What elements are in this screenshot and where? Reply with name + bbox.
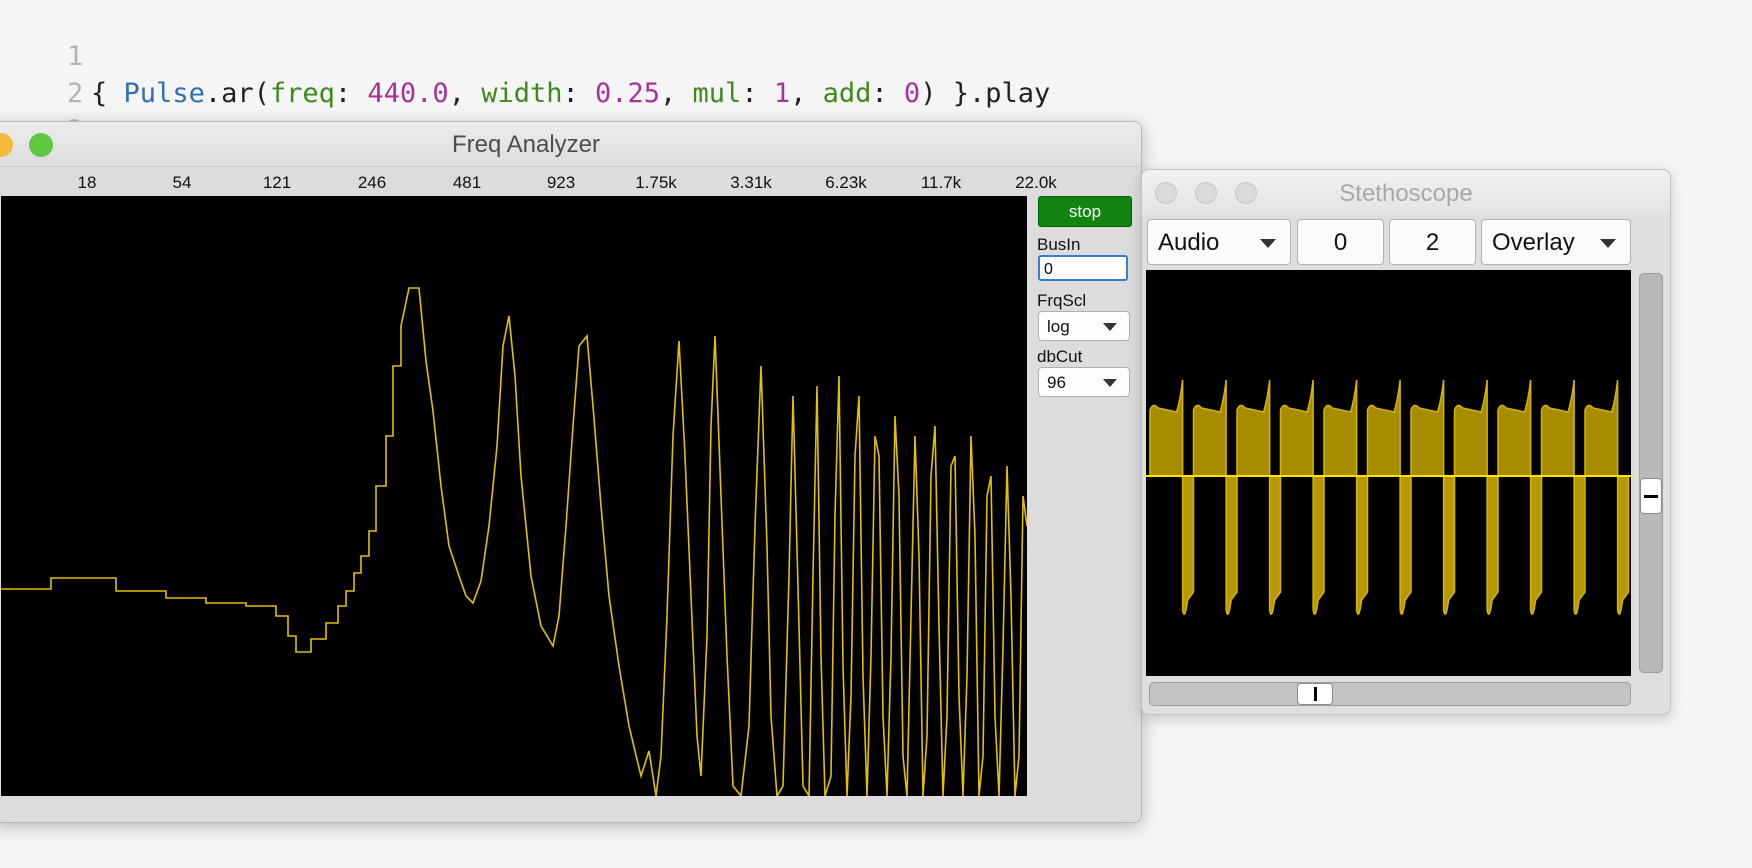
waveform-low-segment — [1399, 475, 1412, 615]
waveform-high-segment — [1366, 379, 1401, 477]
spectrum-plot — [1, 196, 1028, 799]
stethoscope-window[interactable]: Stethoscope Audio 0 2 Overlay — [1141, 169, 1671, 715]
horizontal-zoom-handle[interactable] — [1297, 683, 1333, 705]
stop-button[interactable]: stop — [1038, 196, 1132, 227]
code-arg-key: freq — [269, 78, 335, 109]
code-token: { — [91, 78, 124, 109]
code-token: , — [790, 78, 823, 109]
waveform-low-segment — [1529, 475, 1543, 615]
window-title: Freq Analyzer — [451, 131, 601, 158]
freq-analyzer-titlebar[interactable]: Freq Analyzer — [0, 122, 1141, 167]
waveform-low-segment — [1442, 475, 1456, 615]
waveform-high-segment — [1236, 379, 1271, 477]
freq-analyzer-window[interactable]: Freq Analyzer 18 54 121 246 481 923 1.75… — [0, 121, 1142, 823]
code-arg-key: add — [822, 78, 872, 109]
code-arg-value: 440.0 — [367, 78, 449, 109]
waveform-low-segment — [1616, 475, 1630, 615]
freq-tick-label: 54 — [172, 173, 192, 192]
freq-tick-label: 18 — [77, 173, 97, 192]
waveform-high-segment — [1323, 379, 1358, 477]
code-arg-key: mul — [692, 78, 742, 109]
code-token: ) }.play — [920, 78, 1051, 109]
code-token: , — [448, 78, 482, 109]
code-arg-key: width — [481, 78, 563, 109]
dbcut-label: dbCut — [1037, 347, 1083, 366]
chevron-down-icon — [1600, 239, 1616, 248]
busin-label: BusIn — [1037, 235, 1081, 254]
code-token: , — [660, 78, 693, 109]
frqscl-label: FrqScl — [1037, 291, 1087, 310]
waveform-high-segment — [1149, 379, 1184, 477]
spectrum-trace — [1, 287, 1028, 799]
frqscl-select[interactable]: log — [1038, 311, 1130, 341]
code-token: : — [741, 78, 774, 109]
waveform-high-segment — [1279, 379, 1314, 477]
waveform-low-segment — [1573, 475, 1586, 615]
freq-tick-label: 22.0k — [1015, 173, 1057, 192]
bus-index-field[interactable]: 0 — [1297, 219, 1384, 265]
waveform-low-segment — [1181, 475, 1195, 615]
stethoscope-titlebar[interactable]: Stethoscope — [1142, 170, 1670, 214]
freq-tick-label: 1.75k — [635, 173, 677, 192]
code-arg-value: 1 — [773, 78, 791, 109]
freq-tick-label: 923 — [546, 173, 576, 192]
waveform-high-segment — [1497, 379, 1532, 477]
waveform-high-segment — [1453, 379, 1488, 477]
freq-tick-label: 121 — [262, 173, 292, 192]
dbcut-value: 96 — [1047, 373, 1066, 392]
dbcut-select[interactable]: 96 — [1038, 367, 1130, 397]
freq-tick-label: 6.23k — [825, 173, 867, 192]
freq-tick-label: 11.7k — [920, 173, 962, 192]
waveform-low-segment — [1355, 475, 1369, 615]
frqscl-value: log — [1047, 317, 1070, 336]
waveform-low-segment — [1268, 475, 1282, 615]
busin-input[interactable]: 0 — [1038, 255, 1128, 281]
code-class-name: Pulse — [123, 78, 205, 109]
code-line-1: 1 — [0, 3, 91, 72]
code-token: : — [871, 78, 904, 109]
waveform-high-segment — [1192, 379, 1227, 477]
oscilloscope-svg — [1146, 379, 1631, 615]
code-line-3: 3 — [0, 77, 91, 146]
code-token: : — [334, 78, 368, 109]
freq-tick-label: 3.31k — [730, 173, 772, 192]
rate-select[interactable]: Audio — [1147, 219, 1291, 265]
freq-tick-label: 246 — [357, 173, 387, 192]
rate-value: Audio — [1158, 229, 1220, 256]
waveform-high-segment — [1540, 379, 1575, 477]
freq-tick-label: 481 — [452, 173, 482, 192]
code-token: : — [562, 78, 595, 109]
waveform-high-segment — [1410, 379, 1445, 477]
num-channels-field[interactable]: 2 — [1389, 219, 1476, 265]
oscilloscope-display — [1146, 270, 1631, 676]
chevron-down-icon — [1103, 323, 1117, 331]
code-line-2[interactable]: 2{ Pulse.ar(freq: 440.0, width: 0.25, mu… — [0, 40, 1050, 109]
spectrum-svg — [1, 287, 1028, 799]
code-arg-value: 0.25 — [595, 78, 661, 109]
waveform-low-segment — [1312, 475, 1325, 615]
view-mode-value: Overlay — [1492, 229, 1575, 256]
horizontal-zoom-scrollbar[interactable] — [1149, 682, 1631, 706]
code-arg-value: 0 — [903, 78, 921, 109]
waveform-low-segment — [1225, 475, 1238, 615]
waveform-low-segment — [1486, 475, 1499, 615]
view-mode-select[interactable]: Overlay — [1481, 219, 1631, 265]
chevron-down-icon — [1260, 239, 1276, 248]
frequency-axis: 18 54 121 246 481 923 1.75k 3.31k 6.23k … — [0, 167, 1057, 197]
chevron-down-icon — [1103, 379, 1117, 387]
waveform-high-segment — [1584, 379, 1619, 477]
vertical-zoom-handle[interactable] — [1640, 478, 1662, 514]
vertical-zoom-scrollbar[interactable] — [1639, 273, 1663, 673]
code-method: .ar( — [204, 78, 270, 109]
window-title: Stethoscope — [1339, 180, 1473, 207]
